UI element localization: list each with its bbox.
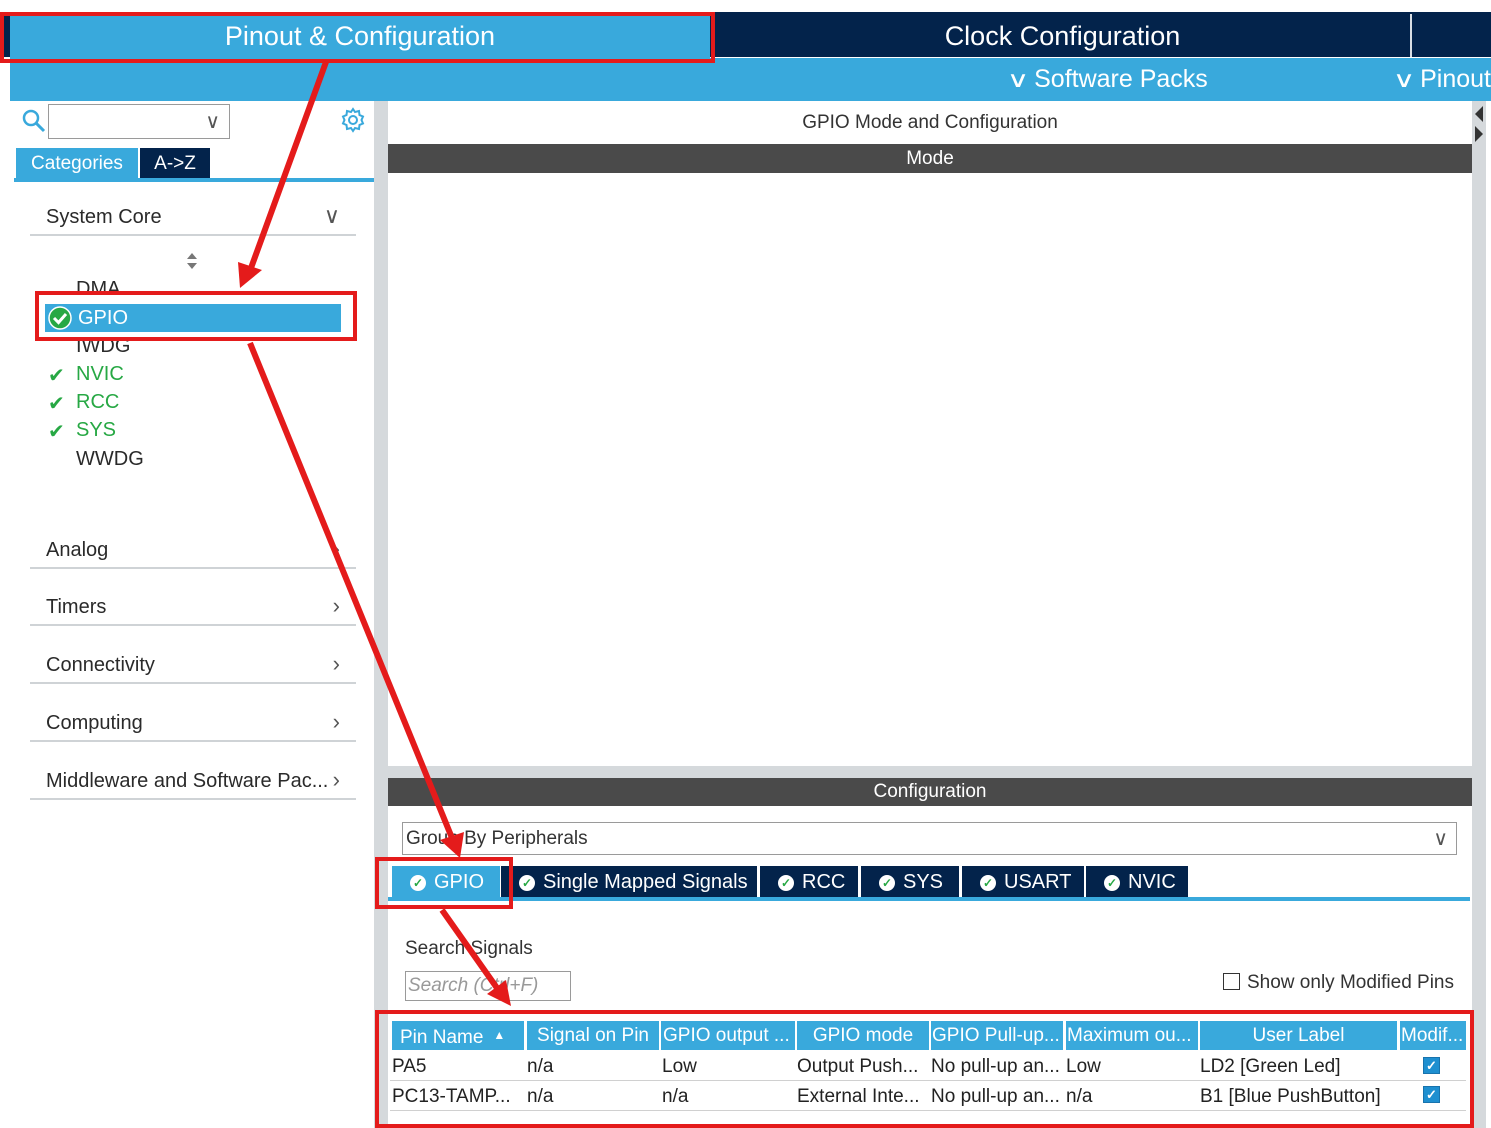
annotation-arrows	[238, 60, 511, 1006]
arrow-1	[238, 60, 329, 288]
arrow-2	[247, 341, 464, 858]
arrow-3	[439, 908, 511, 1006]
